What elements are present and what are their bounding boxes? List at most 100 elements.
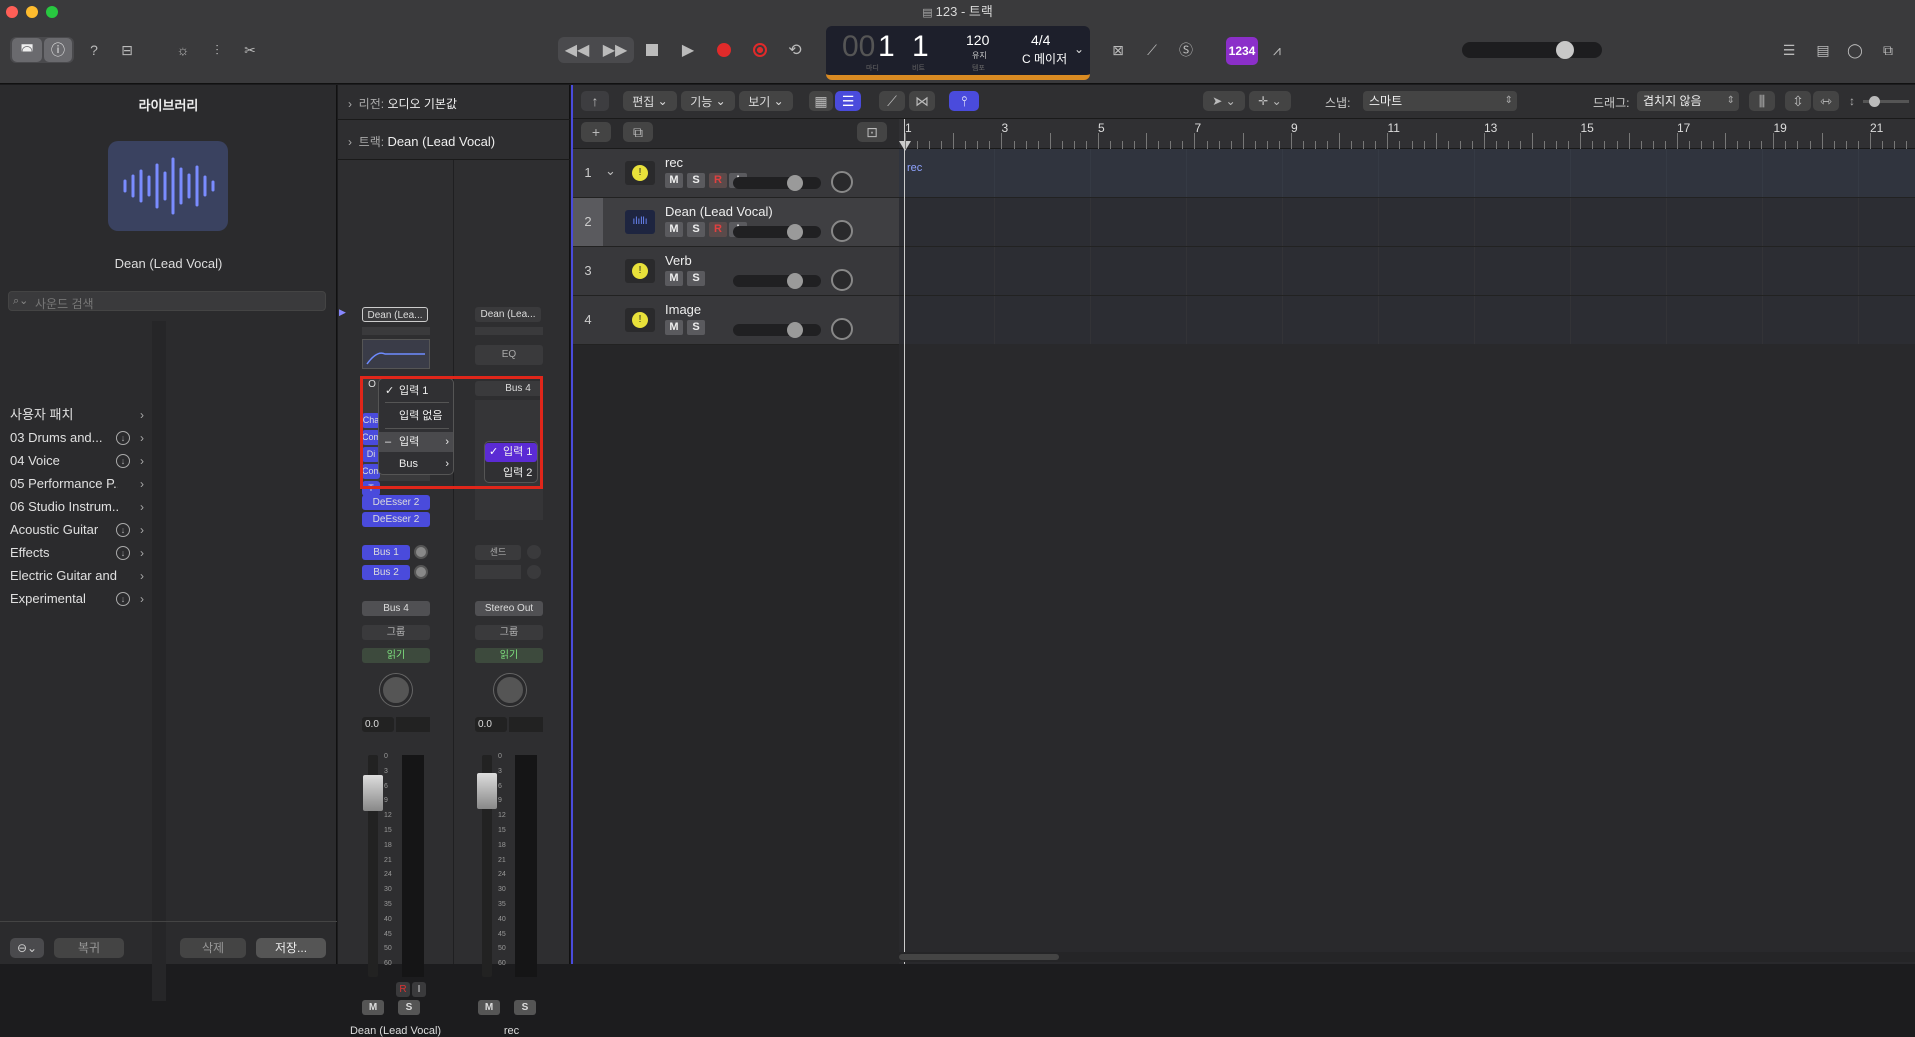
menu-item-input1[interactable]: ✓ 입력 1 (379, 381, 453, 401)
inspector-toggle-icon[interactable]: ⓘ (44, 38, 72, 62)
track-name[interactable]: Dean (Lead Vocal) (665, 204, 773, 219)
playhead[interactable] (904, 119, 905, 964)
strip1-pan-knob[interactable] (380, 674, 412, 706)
track-volume-slider[interactable] (733, 322, 821, 338)
strip1-group-button[interactable]: 그룹 (362, 625, 430, 640)
strip2-eq-button[interactable]: EQ (475, 345, 543, 365)
library-category-item[interactable]: Electric Guitar and... › (10, 565, 150, 587)
track-volume-slider[interactable] (733, 273, 821, 289)
download-icon[interactable]: ↓ (116, 431, 130, 445)
pointer-tool-button[interactable]: ➤ ⌄ (1203, 91, 1245, 111)
strip1-send-bus2[interactable]: Bus 2 (362, 565, 410, 580)
minimize-window-button[interactable] (26, 6, 38, 18)
scrollbar-thumb[interactable] (899, 954, 1059, 960)
track-volume-slider[interactable] (733, 175, 821, 191)
vertical-zoom-knob[interactable] (1869, 96, 1880, 107)
library-category-item[interactable]: 06 Studio Instrum... › (10, 496, 150, 518)
capture-record-icon[interactable] (746, 38, 774, 62)
close-window-button[interactable] (6, 6, 18, 18)
fast-forward-icon[interactable]: ▶▶ (598, 38, 632, 62)
solo-button[interactable]: S (687, 320, 705, 335)
flex-icon[interactable]: ⋈ (909, 91, 935, 111)
track-pan-knob[interactable] (831, 318, 853, 340)
record-icon[interactable] (710, 38, 738, 62)
solo-button[interactable]: S (687, 271, 705, 286)
menu-item-input-submenu[interactable]: – 입력 › (379, 432, 453, 452)
global-tracks-icon[interactable]: ⊡ (857, 122, 887, 142)
library-options-button[interactable]: ⊖⌄ (10, 938, 44, 958)
strip1-fader-knob[interactable] (363, 775, 383, 811)
download-icon[interactable]: ↓ (116, 546, 130, 560)
master-volume-knob[interactable] (1556, 41, 1574, 59)
solo-button[interactable]: S (687, 173, 705, 188)
track-header[interactable]: 2ılıllıDean (Lead Vocal)MSRI (573, 198, 899, 247)
vertical-fit-icon[interactable]: ⇳ (1785, 91, 1811, 111)
strip1-send-knob[interactable] (414, 565, 428, 579)
track-volume-knob[interactable] (787, 224, 803, 240)
library-toggle-icon[interactable]: ◚ (12, 38, 42, 62)
library-category-item[interactable]: 사용자 패치 › (10, 404, 150, 426)
solo-icon[interactable]: Ⓢ (1172, 38, 1200, 62)
track-name[interactable]: rec (665, 155, 683, 170)
strip1-eq-thumbnail[interactable] (362, 339, 430, 369)
strip2-send-knob[interactable] (527, 565, 541, 579)
download-icon[interactable]: ↓ (116, 454, 130, 468)
automation-icon[interactable]: ⟋ (879, 91, 905, 111)
track-volume-knob[interactable] (787, 273, 803, 289)
library-category-item[interactable]: Effects ↓ › (10, 542, 150, 564)
notepad-icon[interactable]: ▤ (1810, 38, 1836, 62)
list-editors-icon[interactable]: ☰ (1776, 38, 1802, 62)
play-icon[interactable]: ▶ (674, 38, 702, 62)
snap-select[interactable]: 스마트 ⇕ (1363, 91, 1517, 111)
search-field[interactable]: ⌕⌄ 사운드 검색 (8, 291, 326, 311)
waveform-zoom-icon[interactable]: ⫼ (1749, 91, 1775, 111)
functions-menu-button[interactable]: 기능 ⌄ (681, 91, 735, 111)
library-category-item[interactable]: 04 Voice ↓ › (10, 450, 150, 472)
up-arrow-icon[interactable]: ↑ (581, 91, 609, 111)
strip1-setting-button[interactable]: Dean (Lea... (362, 307, 428, 322)
vertical-zoom-slider[interactable] (1863, 96, 1909, 107)
library-category-item[interactable]: Experimental ↓ › (10, 588, 150, 610)
arrange-area[interactable]: rec 1 3 5 7 9 11 13 15 17 19 21 (899, 119, 1915, 964)
submenu-item-input2[interactable]: 입력 2 (485, 463, 537, 483)
edit-menu-button[interactable]: 편집 ⌄ (623, 91, 677, 111)
smart-controls-icon[interactable]: ☼ (168, 38, 198, 62)
cycle-icon[interactable]: ⟲ (780, 38, 810, 62)
strip1-plugin-slot[interactable]: DeEsser 2 (362, 512, 430, 527)
secondary-tool-button[interactable]: ✛ ⌄ (1249, 91, 1291, 111)
strip2-group-button[interactable]: 그룹 (475, 625, 543, 640)
library-category-item[interactable]: 03 Drums and... ↓ › (10, 427, 150, 449)
catch-playhead-icon[interactable]: ⫯ (949, 91, 979, 111)
zoom-window-button[interactable] (46, 6, 58, 18)
track-section-header[interactable]: › 트랙: Dean (Lead Vocal) (348, 133, 568, 150)
submenu-item-input1[interactable]: ✓ 입력 1 (485, 443, 537, 462)
view-menu-button[interactable]: 보기 ⌄ (739, 91, 793, 111)
record-enable-button[interactable]: R (709, 222, 727, 237)
lcd-chevron-down-icon[interactable]: ⌄ (1074, 42, 1084, 56)
strip2-pan-knob[interactable] (494, 674, 526, 706)
delete-button[interactable]: 삭제 (180, 938, 246, 958)
lane-3[interactable] (899, 247, 1915, 296)
strip1-automation-button[interactable]: 읽기 (362, 648, 430, 663)
track-name[interactable]: Verb (665, 253, 692, 268)
mute-button[interactable]: M (665, 271, 683, 286)
strip1-send-bus1[interactable]: Bus 1 (362, 545, 410, 560)
duplicate-track-icon[interactable]: ⧉ (623, 122, 653, 142)
strip1-plugin-slot[interactable]: T (362, 481, 380, 496)
toolbar-download-icon[interactable]: ⊟ (112, 38, 142, 62)
mute-button[interactable]: M (665, 222, 683, 237)
track-volume-slider[interactable] (733, 224, 821, 240)
horizontal-fit-icon[interactable]: ⇿ (1813, 91, 1839, 111)
grid-view-icon[interactable]: ▦ (809, 91, 833, 111)
menu-item-bus-submenu[interactable]: Bus › (379, 454, 453, 474)
library-category-item[interactable]: 05 Performance P... › (10, 473, 150, 495)
master-volume-slider[interactable] (1462, 41, 1602, 59)
metronome-icon[interactable]: ⩘ (1262, 38, 1292, 62)
library-category-item[interactable]: Acoustic Guitar ↓ › (10, 519, 150, 541)
strip2-solo-button[interactable]: S (514, 1000, 536, 1015)
download-icon[interactable]: ↓ (116, 523, 130, 537)
track-header[interactable]: 4! Image M S (573, 296, 899, 345)
folder-disclosure-icon[interactable]: ⌄ (605, 163, 623, 183)
count-in-button[interactable]: 1234 (1226, 37, 1258, 65)
region-section-header[interactable]: › 리전: 오디오 기본값 (348, 95, 568, 112)
